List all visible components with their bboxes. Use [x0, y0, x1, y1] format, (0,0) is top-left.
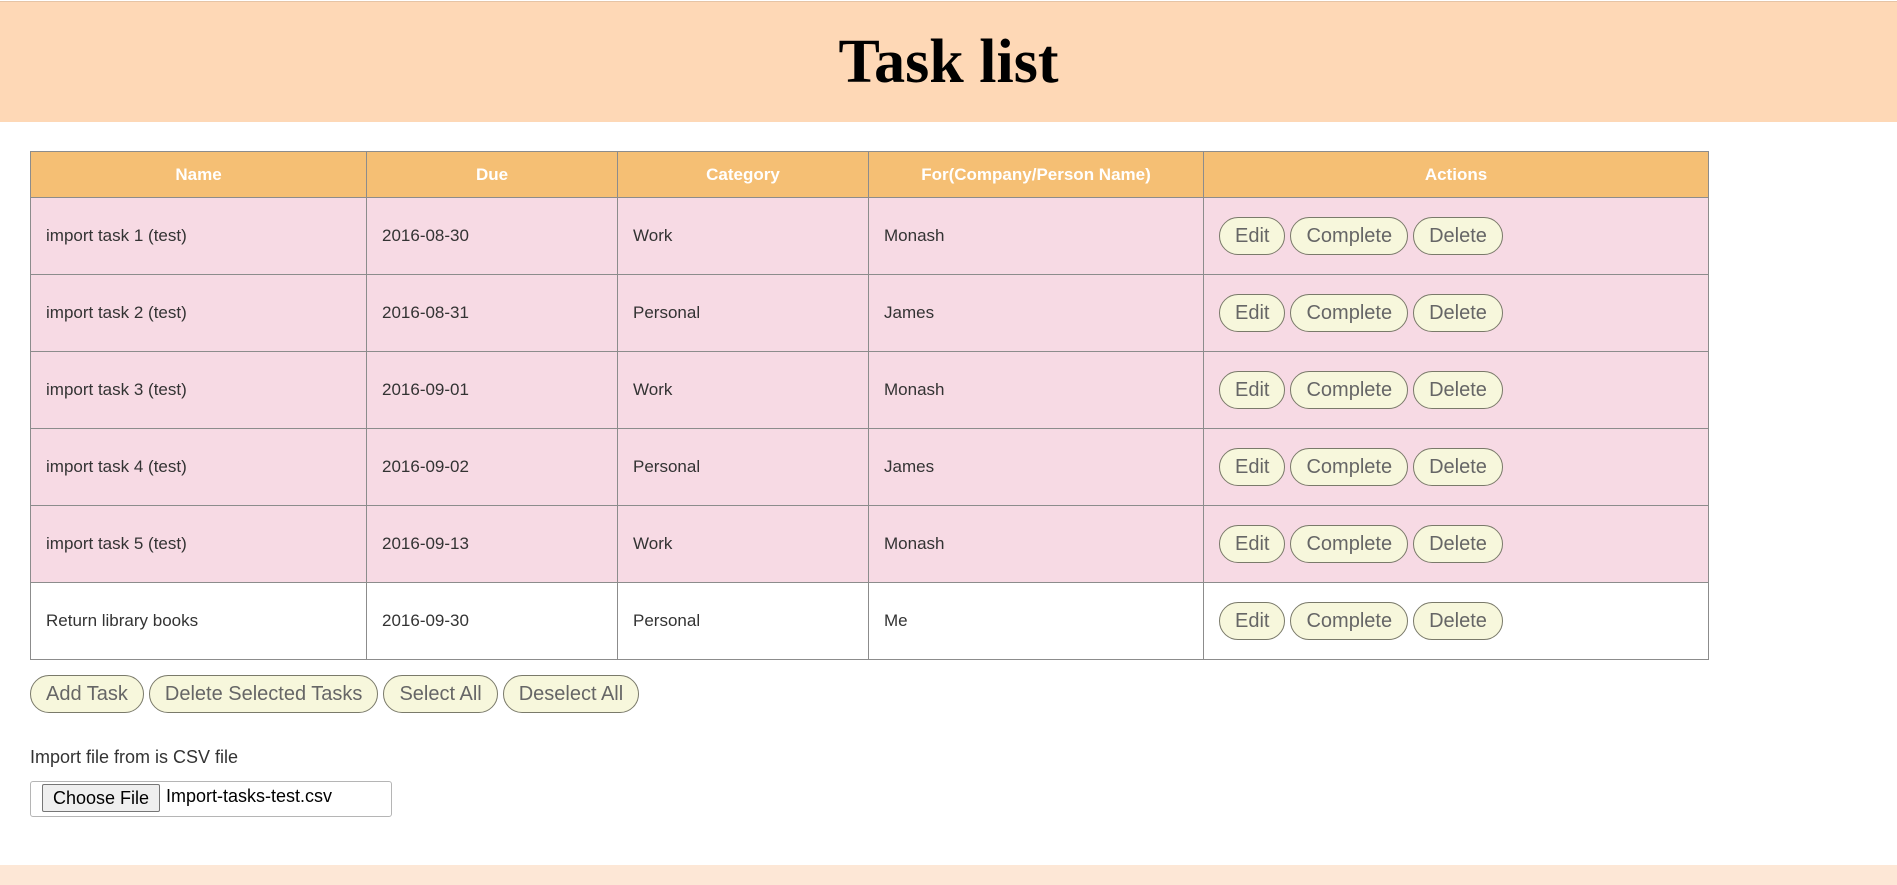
task-name-cell: Return library books [30, 582, 367, 660]
table-row[interactable]: import task 2 (test) 2016-08-31 Personal Ja… [30, 274, 1709, 352]
task-category-cell: Personal [617, 428, 869, 506]
task-category-cell: Personal [617, 582, 869, 660]
task-for-cell: Monash [868, 351, 1204, 429]
table-row[interactable]: import task 5 (test) 2016-09-13 Work Monash… [30, 505, 1709, 583]
deselect-all-button[interactable]: Deselect All [502, 675, 640, 713]
task-category-cell: Personal [617, 274, 869, 352]
delete-button[interactable]: Delete [1413, 448, 1503, 486]
task-for-cell: James [868, 428, 1204, 506]
delete-button[interactable]: Delete [1413, 217, 1503, 255]
import-label: Import file from is CSV file [30, 747, 239, 767]
task-for-cell: Monash [868, 197, 1204, 275]
edit-button[interactable]: Edit [1219, 525, 1286, 563]
task-category-cell: Work [617, 351, 869, 429]
delete-button[interactable]: Delete [1413, 371, 1503, 409]
task-for-cell: Me [868, 582, 1204, 660]
task-actions-cell: Edit Complete Delete [1203, 428, 1709, 506]
complete-button[interactable]: Complete [1290, 371, 1409, 409]
delete-button[interactable]: Delete [1413, 602, 1503, 640]
edit-button[interactable]: Edit [1219, 602, 1286, 640]
page-title: Task list [838, 28, 1059, 96]
column-header-due: Due [366, 151, 618, 198]
delete-selected-tasks-button[interactable]: Delete Selected Tasks [148, 675, 379, 713]
column-header-actions: Actions [1203, 151, 1709, 198]
column-header-name: Name [30, 151, 367, 198]
complete-button[interactable]: Complete [1290, 525, 1409, 563]
column-header-category: Category [617, 151, 869, 198]
table-header-row: Name Due Category For(Company/Person Nam… [30, 151, 1709, 198]
task-category-cell: Work [617, 197, 869, 275]
complete-button[interactable]: Complete [1290, 448, 1409, 486]
task-name-cell: import task 5 (test) [30, 505, 367, 583]
task-actions-cell: Edit Complete Delete [1203, 351, 1709, 429]
complete-button[interactable]: Complete [1290, 217, 1409, 255]
page-header: Task list [0, 1, 1897, 122]
task-actions-cell: Edit Complete Delete [1203, 505, 1709, 583]
add-task-button[interactable]: Add Task [30, 675, 144, 713]
table-row[interactable]: import task 3 (test) 2016-09-01 Work Monash… [30, 351, 1709, 429]
task-name-cell: import task 4 (test) [30, 428, 367, 506]
task-actions-cell: Edit Complete Delete [1203, 197, 1709, 275]
task-for-cell: Monash [868, 505, 1204, 583]
complete-button[interactable]: Complete [1290, 602, 1409, 640]
task-due-cell: 2016-09-02 [366, 428, 618, 506]
task-for-cell: James [868, 274, 1204, 352]
task-due-cell: 2016-09-13 [366, 505, 618, 583]
column-header-for: For(Company/Person Name) [868, 151, 1204, 198]
task-name-cell: import task 2 (test) [30, 274, 367, 352]
edit-button[interactable]: Edit [1219, 294, 1286, 332]
csv-file-input[interactable]: Choose File Import-tasks-test.csv [30, 781, 392, 817]
task-toolbar: Add Task Delete Selected Tasks Select All D… [30, 675, 644, 713]
edit-button[interactable]: Edit [1219, 448, 1286, 486]
task-category-cell: Work [617, 505, 869, 583]
task-actions-cell: Edit Complete Delete [1203, 582, 1709, 660]
edit-button[interactable]: Edit [1219, 217, 1286, 255]
selected-file-name: Import-tasks-test.csv [166, 786, 333, 806]
task-name-cell: import task 1 (test) [30, 197, 367, 275]
table-row[interactable]: import task 1 (test) 2016-08-30 Work Monash… [30, 197, 1709, 275]
task-due-cell: 2016-08-30 [366, 197, 618, 275]
page-footer [0, 865, 1897, 885]
task-name-cell: import task 3 (test) [30, 351, 367, 429]
complete-button[interactable]: Complete [1290, 294, 1409, 332]
task-due-cell: 2016-09-01 [366, 351, 618, 429]
delete-button[interactable]: Delete [1413, 525, 1503, 563]
table-row[interactable]: Return library books 2016-09-30 Personal Me… [30, 582, 1709, 660]
task-table-body: import task 1 (test) 2016-08-30 Work Monash… [30, 197, 1709, 660]
task-actions-cell: Edit Complete Delete [1203, 274, 1709, 352]
table-row[interactable]: import task 4 (test) 2016-09-02 Personal Ja… [30, 428, 1709, 506]
select-all-button[interactable]: Select All [383, 675, 498, 713]
delete-button[interactable]: Delete [1413, 294, 1503, 332]
edit-button[interactable]: Edit [1219, 371, 1286, 409]
task-due-cell: 2016-09-30 [366, 582, 618, 660]
task-table: Name Due Category For(Company/Person Nam… [30, 151, 1709, 660]
page: Task list Name Due Category For(Company/… [0, 0, 1897, 885]
choose-file-button[interactable]: Choose File [42, 784, 161, 812]
task-due-cell: 2016-08-31 [366, 274, 618, 352]
